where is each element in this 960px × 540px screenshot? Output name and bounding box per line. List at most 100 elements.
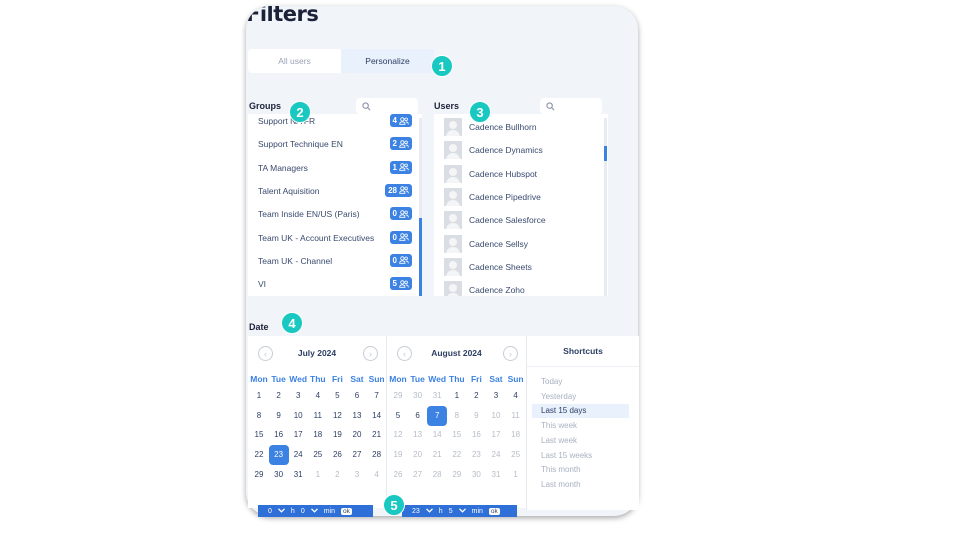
- calendar-day[interactable]: 23: [466, 445, 486, 465]
- users-search-input[interactable]: [540, 98, 602, 114]
- calendar-day[interactable]: 1: [308, 465, 328, 485]
- calendar-day[interactable]: 10: [288, 406, 308, 426]
- group-item[interactable]: Team UK - Account Executives: [258, 233, 374, 243]
- groups-search-input[interactable]: [356, 98, 418, 114]
- calendar-day[interactable]: 12: [388, 425, 408, 445]
- calendar-day[interactable]: 3: [486, 386, 506, 406]
- next-month-button[interactable]: ›: [503, 346, 518, 361]
- calendar-day[interactable]: 3: [347, 465, 367, 485]
- user-item[interactable]: Cadence Zoho: [444, 281, 525, 296]
- shortcut-item[interactable]: Last month: [532, 478, 629, 492]
- groups-scroll-thumb[interactable]: [419, 218, 422, 296]
- calendar-day[interactable]: 16: [466, 425, 486, 445]
- shortcut-item[interactable]: Last 15 days: [532, 404, 629, 419]
- time-ok-button[interactable]: ok: [341, 507, 352, 515]
- calendar-day[interactable]: 6: [408, 406, 428, 426]
- group-item[interactable]: Team Inside EN/US (Paris): [258, 209, 360, 219]
- users-scroll-thumb[interactable]: [604, 146, 607, 161]
- calendar-day[interactable]: 23: [268, 445, 289, 466]
- time-ok-button[interactable]: ok: [488, 507, 500, 515]
- calendar-day[interactable]: 16: [269, 425, 289, 445]
- calendar-day[interactable]: 7: [367, 386, 387, 406]
- calendar-day[interactable]: 17: [486, 425, 506, 445]
- calendar-day[interactable]: 4: [506, 386, 526, 406]
- calendar-day[interactable]: 24: [486, 445, 506, 465]
- calendar-day[interactable]: 10: [486, 406, 506, 426]
- calendar-day[interactable]: 7: [427, 405, 448, 426]
- calendar-day[interactable]: 21: [427, 445, 447, 465]
- calendar-day[interactable]: 19: [388, 445, 408, 465]
- calendar-day[interactable]: 11: [308, 406, 328, 426]
- calendar-day[interactable]: 14: [367, 406, 387, 426]
- calendar-day[interactable]: 14: [427, 425, 447, 445]
- calendar-day[interactable]: 15: [249, 425, 269, 445]
- users-scrollbar[interactable]: [604, 118, 607, 296]
- user-item[interactable]: Cadence Salesforce: [444, 211, 546, 230]
- calendar-day[interactable]: 26: [327, 445, 347, 465]
- shortcut-item[interactable]: Today: [532, 375, 629, 389]
- calendar-day[interactable]: 24: [288, 445, 308, 465]
- time-minute-select[interactable]: 5: [449, 508, 453, 515]
- group-item[interactable]: VI: [258, 279, 266, 289]
- calendar-day[interactable]: 4: [308, 386, 328, 406]
- calendar-day[interactable]: 26: [388, 465, 408, 485]
- calendar-day[interactable]: 28: [367, 445, 387, 465]
- calendar-day[interactable]: 1: [506, 465, 526, 485]
- shortcut-item[interactable]: This week: [532, 419, 629, 433]
- group-item[interactable]: Talent Aquisition: [258, 186, 319, 196]
- shortcut-item[interactable]: Yesterday: [532, 390, 629, 404]
- calendar-day[interactable]: 13: [347, 406, 367, 426]
- user-item[interactable]: Cadence Dynamics: [444, 141, 543, 160]
- calendar-day[interactable]: 15: [447, 425, 467, 445]
- tab-all-users[interactable]: All users: [248, 49, 341, 73]
- shortcut-item[interactable]: Last 15 weeks: [532, 449, 629, 463]
- calendar-day[interactable]: 6: [347, 386, 367, 406]
- calendar-day[interactable]: 18: [506, 425, 526, 445]
- shortcut-item[interactable]: Last week: [532, 434, 629, 448]
- calendar-day[interactable]: 28: [427, 465, 447, 485]
- calendar-day[interactable]: 5: [388, 406, 408, 426]
- time-picker[interactable]: 23 h 5 min ok: [402, 505, 517, 517]
- calendar-day[interactable]: 20: [347, 425, 367, 445]
- time-hour-select[interactable]: 0: [268, 508, 272, 515]
- group-item[interactable]: Support Technique EN: [258, 139, 343, 149]
- calendar-day[interactable]: 30: [269, 465, 289, 485]
- user-item[interactable]: Cadence Bullhorn: [444, 118, 537, 136]
- calendar-day[interactable]: 2: [327, 465, 347, 485]
- calendar-day[interactable]: 30: [408, 386, 428, 406]
- calendar-day[interactable]: 21: [367, 425, 387, 445]
- user-item[interactable]: Cadence Hubspot: [444, 164, 537, 183]
- calendar-day[interactable]: 22: [447, 445, 467, 465]
- time-minute-select[interactable]: 0: [301, 508, 305, 515]
- group-item[interactable]: TA Managers: [258, 163, 308, 173]
- calendar-day[interactable]: 17: [288, 425, 308, 445]
- user-item[interactable]: Cadence Sellsy: [444, 234, 528, 253]
- calendar-day[interactable]: 8: [447, 406, 467, 426]
- calendar-day[interactable]: 3: [288, 386, 308, 406]
- calendar-day[interactable]: 31: [427, 386, 447, 406]
- calendar-day[interactable]: 2: [466, 386, 486, 406]
- calendar-day[interactable]: 27: [347, 445, 367, 465]
- calendar-day[interactable]: 31: [486, 465, 506, 485]
- calendar-day[interactable]: 4: [367, 465, 387, 485]
- calendar-day[interactable]: 22: [249, 445, 269, 465]
- calendar-day[interactable]: 29: [388, 386, 408, 406]
- calendar-day[interactable]: 18: [308, 425, 328, 445]
- calendar-day[interactable]: 2: [269, 386, 289, 406]
- calendar-day[interactable]: 30: [466, 465, 486, 485]
- calendar-day[interactable]: 12: [327, 406, 347, 426]
- calendar-day[interactable]: 5: [327, 386, 347, 406]
- calendar-day[interactable]: 1: [249, 386, 269, 406]
- tab-personalize[interactable]: Personalize: [341, 49, 434, 73]
- calendar-day[interactable]: 13: [408, 425, 428, 445]
- next-month-button[interactable]: ›: [363, 346, 378, 361]
- time-picker[interactable]: 0 h 0 min ok: [258, 505, 373, 517]
- shortcut-item[interactable]: This month: [532, 463, 629, 477]
- calendar-day[interactable]: 29: [447, 465, 467, 485]
- user-item[interactable]: Cadence Pipedrive: [444, 187, 541, 206]
- calendar-day[interactable]: 8: [249, 406, 269, 426]
- calendar-day[interactable]: 27: [408, 465, 428, 485]
- calendar-day[interactable]: 11: [506, 406, 526, 426]
- calendar-day[interactable]: 19: [327, 425, 347, 445]
- user-item[interactable]: Cadence Sheets: [444, 257, 532, 276]
